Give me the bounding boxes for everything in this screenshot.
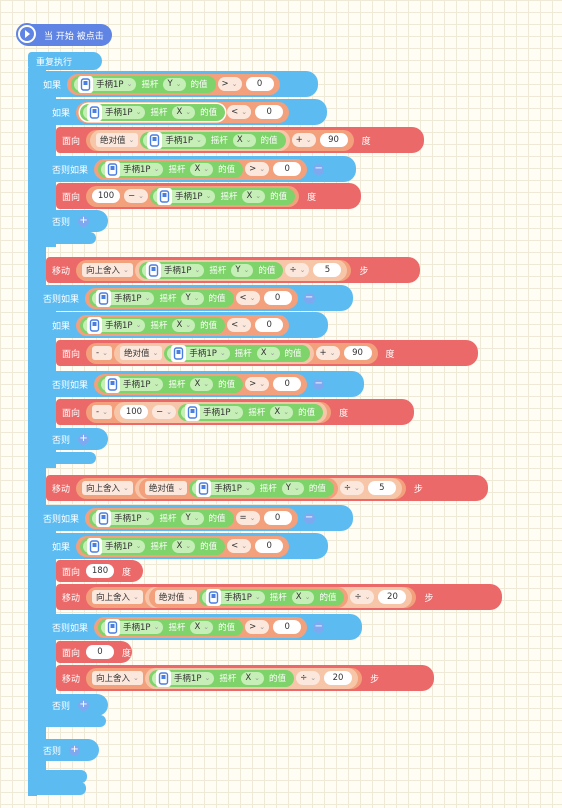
add-branch-icon[interactable]: + [78, 699, 90, 711]
move-block[interactable]: 移动 向上舍入 ⌄ 绝对值 ⌄ 手柄1P ⌄ 摇杆 X ⌄ 的值 ÷ ⌄ 20 步 [56, 584, 502, 610]
joystick-reporter[interactable]: 手柄1P ⌄ 摇杆 X ⌄ 的值 [148, 669, 295, 687]
joystick-reporter[interactable]: 手柄1P ⌄ 摇杆 Y ⌄ 的值 [89, 289, 234, 307]
joystick-reporter[interactable]: 手柄1P ⌄ 摇杆 X ⌄ 的值 [80, 103, 226, 121]
joystick-reporter[interactable]: 手柄1P ⌄ 摇杆 X ⌄ 的值 [98, 375, 244, 393]
joystick-reporter[interactable]: 手柄1P ⌄ 摇杆 X ⌄ 的值 [80, 316, 226, 334]
gamepad-icon [157, 187, 173, 205]
if-block[interactable]: 如果 手柄1P ⌄ 摇杆 Y ⌄ 的值 > ⌄ 0 [37, 71, 318, 97]
joystick-reporter[interactable]: 手柄1P ⌄ 摇杆 X ⌄ 的值 [80, 537, 226, 555]
joystick-reporter[interactable]: 手柄1P ⌄ 摇杆 Y ⌄ 的值 [138, 261, 284, 279]
if-footer-inner-2 [56, 452, 96, 464]
joystick-reporter[interactable]: 手柄1P ⌄ 摇杆 X ⌄ 的值 [164, 344, 310, 362]
point-direction-block[interactable]: 面向 - ⌄ 100 − ⌄ 手柄1P ⌄ 摇杆 X ⌄ 的值 度 [56, 399, 414, 425]
if-footer-outer [37, 770, 87, 783]
gamepad-icon [78, 75, 94, 93]
joystick-reporter[interactable]: 手柄1P ⌄ 摇杆 X ⌄ 的值 [140, 131, 286, 149]
if-block[interactable]: 如果 手柄1P ⌄ 摇杆 X ⌄ 的值 < ⌄ 0 [46, 312, 328, 338]
if-footer-inner-3 [56, 715, 106, 727]
else-block[interactable]: 否则 + [46, 694, 108, 716]
else-block[interactable]: 否则 + [46, 428, 108, 450]
number-input[interactable]: 0 [245, 77, 274, 91]
gamepad-icon [196, 479, 212, 497]
gamepad-icon [105, 160, 121, 178]
else-if-block[interactable]: 否则如果 手柄1P ⌄ 摇杆 Y ⌄ 的值 = ⌄ 0 − [37, 505, 353, 531]
gamepad-icon [145, 261, 161, 279]
point-direction-block[interactable]: 面向 绝对值 ⌄ 手柄1P ⌄ 摇杆 X ⌄ 的值 + ⌄ 90 度 [56, 127, 424, 153]
joystick-reporter[interactable]: 手柄1P ⌄ 摇杆 X ⌄ 的值 [98, 160, 244, 178]
if-block[interactable]: 如果 手柄1P ⌄ 摇杆 X ⌄ 的值 < ⌄ 0 [46, 99, 327, 125]
else-if-block[interactable]: 否则如果 手柄1P ⌄ 摇杆 X ⌄ 的值 > ⌄ 0 − [46, 156, 356, 182]
gamepad-icon [87, 316, 103, 334]
add-branch-icon[interactable]: + [78, 433, 90, 445]
gamepad-icon [206, 588, 222, 606]
forever-block[interactable]: 重复执行 [28, 52, 102, 70]
joystick-reporter[interactable]: 手柄1P ⌄ 摇杆 X ⌄ 的值 [199, 588, 345, 606]
forever-arm [28, 68, 37, 796]
gamepad-icon [155, 669, 171, 687]
else-if-block[interactable]: 否则如果 手柄1P ⌄ 摇杆 X ⌄ 的值 > ⌄ 0 − [46, 614, 362, 640]
remove-branch-icon[interactable]: − [313, 163, 325, 175]
remove-branch-icon[interactable]: − [303, 512, 315, 524]
greater-operator[interactable]: 手柄1P ⌄ 摇杆 Y ⌄ 的值 > ⌄ 0 [67, 73, 280, 95]
remove-branch-icon[interactable]: − [313, 378, 325, 390]
joystick-reporter[interactable]: 手柄1P ⌄ 摇杆 Y ⌄ 的值 [71, 75, 216, 93]
gamepad-icon [171, 344, 187, 362]
gamepad-icon [105, 375, 121, 393]
move-block[interactable]: 移动 向上舍入 ⌄ 手柄1P ⌄ 摇杆 X ⌄ 的值 ÷ ⌄ 20 步 [56, 665, 434, 691]
gamepad-icon [87, 103, 103, 121]
abs-operator[interactable]: 绝对值 ⌄ 手柄1P ⌄ 摇杆 X ⌄ 的值 [90, 129, 290, 151]
point-direction-block[interactable]: 面向 180 度 [56, 560, 143, 582]
joystick-reporter[interactable]: 手柄1P ⌄ 摇杆 X ⌄ 的值 [177, 403, 324, 421]
gamepad-icon [87, 537, 103, 555]
joystick-reporter[interactable]: 手柄1P ⌄ 摇杆 Y ⌄ 的值 [189, 479, 334, 497]
forever-label: 重复执行 [36, 58, 73, 68]
if-footer-inner-1 [56, 232, 96, 244]
play-icon [16, 23, 38, 45]
else-block[interactable]: 否则 + [46, 210, 108, 232]
remove-branch-icon[interactable]: − [303, 292, 315, 304]
remove-branch-icon[interactable]: − [313, 621, 325, 633]
else-if-block[interactable]: 否则如果 手柄1P ⌄ 摇杆 X ⌄ 的值 > ⌄ 0 − [46, 371, 364, 397]
gamepad-icon [105, 618, 121, 636]
else-block[interactable]: 否则 + [37, 739, 99, 761]
add-branch-icon[interactable]: + [69, 744, 81, 756]
point-direction-block[interactable]: 面向 0 度 [56, 641, 132, 663]
move-block[interactable]: 移动 向上舍入 ⌄ 手柄1P ⌄ 摇杆 Y ⌄ 的值 ÷ ⌄ 5 步 [46, 257, 420, 283]
when-start-clicked-block[interactable]: 当 开始 被点击 [16, 23, 112, 46]
gamepad-icon [147, 131, 163, 149]
joystick-reporter[interactable]: 手柄1P ⌄ 摇杆 X ⌄ 的值 [150, 187, 296, 205]
joystick-reporter[interactable]: 手柄1P ⌄ 摇杆 Y ⌄ 的值 [89, 509, 234, 527]
gamepad-icon [184, 403, 200, 421]
move-block[interactable]: 移动 向上舍入 ⌄ 绝对值 ⌄ 手柄1P ⌄ 摇杆 Y ⌄ 的值 ÷ ⌄ 5 步 [46, 475, 488, 501]
op-dropdown[interactable]: > ⌄ [217, 77, 242, 91]
gamepad-icon [96, 289, 112, 307]
hat-label: 当 开始 被点击 [44, 32, 104, 42]
point-direction-block[interactable]: 面向 100 − ⌄ 手柄1P ⌄ 摇杆 X ⌄ 的值 度 [56, 183, 361, 209]
if-block[interactable]: 如果 手柄1P ⌄ 摇杆 X ⌄ 的值 < ⌄ 0 [46, 533, 328, 559]
point-direction-block[interactable]: 面向 - ⌄ 绝对值 ⌄ 手柄1P ⌄ 摇杆 X ⌄ 的值 + ⌄ 90 度 [56, 340, 478, 366]
joystick-reporter[interactable]: 手柄1P ⌄ 摇杆 X ⌄ 的值 [98, 618, 244, 636]
add-branch-icon[interactable]: + [78, 215, 90, 227]
else-if-block[interactable]: 否则如果 手柄1P ⌄ 摇杆 Y ⌄ 的值 < ⌄ 0 − [37, 285, 353, 311]
gamepad-icon [96, 509, 112, 527]
if-arm-outer [37, 70, 46, 788]
